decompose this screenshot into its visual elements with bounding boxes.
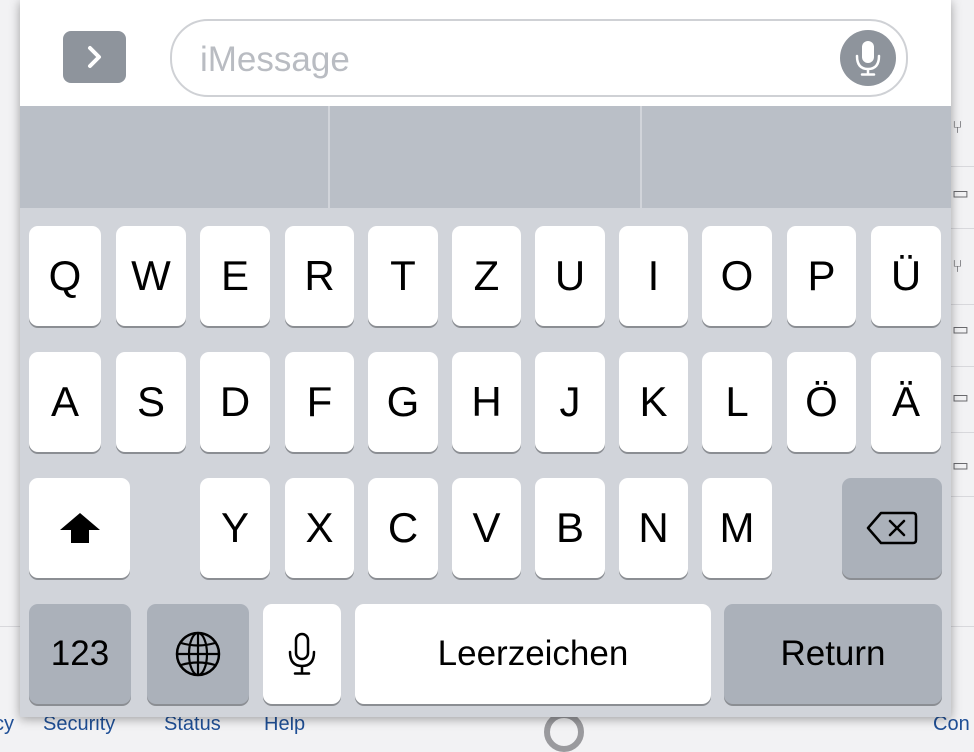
key-h[interactable]: H <box>452 352 521 452</box>
key-label: 123 <box>50 634 110 673</box>
key-j[interactable]: J <box>535 352 605 452</box>
numbers-key[interactable]: 123 <box>29 604 131 704</box>
key-a[interactable]: A <box>29 352 101 452</box>
dictation-key[interactable] <box>263 604 341 704</box>
backspace-icon <box>866 511 918 545</box>
key-label: Leerzeichen <box>437 634 629 673</box>
branch-icon: ⑂ <box>952 117 963 137</box>
book-icon: ▭ <box>952 455 970 475</box>
key-label: Ä <box>891 378 920 425</box>
key-s[interactable]: S <box>116 352 186 452</box>
key-ae[interactable]: Ä <box>871 352 941 452</box>
key-v[interactable]: V <box>452 478 521 578</box>
key-i[interactable]: I <box>619 226 688 326</box>
key-label: J <box>559 378 581 425</box>
suggestion-slot-2[interactable] <box>330 106 640 208</box>
key-label: K <box>639 378 668 425</box>
predictive-suggestion-bar <box>20 106 951 208</box>
divider <box>950 496 974 497</box>
dictation-button[interactable] <box>840 30 896 86</box>
key-label: P <box>807 252 836 299</box>
key-n[interactable]: N <box>619 478 688 578</box>
microphone-icon <box>855 41 881 76</box>
key-label: O <box>720 252 754 299</box>
key-label: N <box>638 504 669 551</box>
key-k[interactable]: K <box>619 352 688 452</box>
book-icon: ▭ <box>952 387 970 407</box>
key-label: Ö <box>805 378 838 425</box>
key-label: I <box>647 252 660 299</box>
space-key[interactable]: Leerzeichen <box>355 604 711 704</box>
key-label: Z <box>473 252 500 299</box>
key-f[interactable]: F <box>285 352 354 452</box>
key-z[interactable]: Z <box>452 226 521 326</box>
key-b[interactable]: B <box>535 478 605 578</box>
key-l[interactable]: L <box>702 352 772 452</box>
key-ue[interactable]: Ü <box>871 226 941 326</box>
backspace-key[interactable] <box>842 478 942 578</box>
key-label: V <box>472 504 501 551</box>
key-label: Y <box>220 504 249 551</box>
divider <box>950 228 974 229</box>
key-r[interactable]: R <box>285 226 354 326</box>
chevron-right-icon <box>87 46 101 68</box>
message-field[interactable]: iMessage <box>170 19 908 97</box>
key-m[interactable]: M <box>702 478 772 578</box>
divider <box>950 166 974 167</box>
divider <box>950 432 974 433</box>
key-label: G <box>386 378 420 425</box>
suggestion-slot-1[interactable] <box>20 106 328 208</box>
key-label: B <box>555 504 584 551</box>
suggestion-slot-3[interactable] <box>642 106 951 208</box>
key-y[interactable]: Y <box>200 478 270 578</box>
message-placeholder: iMessage <box>200 40 350 79</box>
key-label: A <box>50 378 79 425</box>
key-e[interactable]: E <box>200 226 270 326</box>
expand-apps-button[interactable] <box>63 31 126 83</box>
globe-icon <box>175 631 221 677</box>
key-oe[interactable]: Ö <box>787 352 856 452</box>
key-g[interactable]: G <box>368 352 438 452</box>
key-label: Q <box>48 252 82 299</box>
key-c[interactable]: C <box>368 478 438 578</box>
key-label: T <box>390 252 416 299</box>
microphone-icon <box>288 632 316 675</box>
globe-key[interactable] <box>147 604 249 704</box>
key-label: H <box>471 378 502 425</box>
branch-icon: ⑂ <box>952 256 963 276</box>
key-label: U <box>554 252 586 299</box>
divider <box>950 304 974 305</box>
key-label: C <box>387 504 419 551</box>
key-label: W <box>131 252 171 299</box>
book-icon: ▭ <box>952 319 970 339</box>
shift-key[interactable] <box>29 478 130 578</box>
return-key[interactable]: Return <box>724 604 942 704</box>
key-label: E <box>220 252 249 299</box>
key-label: R <box>304 252 335 299</box>
footer-link-privacy[interactable]: cy <box>0 713 14 736</box>
divider <box>950 366 974 367</box>
key-t[interactable]: T <box>368 226 438 326</box>
key-label: D <box>219 378 251 425</box>
key-label: S <box>136 378 165 425</box>
key-q[interactable]: Q <box>29 226 101 326</box>
key-x[interactable]: X <box>285 478 354 578</box>
key-d[interactable]: D <box>200 352 270 452</box>
key-p[interactable]: P <box>787 226 856 326</box>
key-w[interactable]: W <box>116 226 186 326</box>
key-label: F <box>306 378 333 425</box>
key-label: X <box>305 504 334 551</box>
key-label: M <box>719 504 755 551</box>
simulator-window: iMessage Q W E R T Z U I O P Ü A S D F G… <box>20 0 951 717</box>
book-icon: ▭ <box>952 183 970 203</box>
background-sidebar: ⑂ ▭ ⑂ ▭ ▭ ▭ <box>950 0 974 600</box>
key-o[interactable]: O <box>702 226 772 326</box>
key-label: Ü <box>890 252 922 299</box>
key-label: Return <box>780 634 886 673</box>
key-u[interactable]: U <box>535 226 605 326</box>
shift-arrow-icon <box>59 513 100 543</box>
message-input-bar: iMessage <box>20 0 951 106</box>
key-label: L <box>725 378 749 425</box>
